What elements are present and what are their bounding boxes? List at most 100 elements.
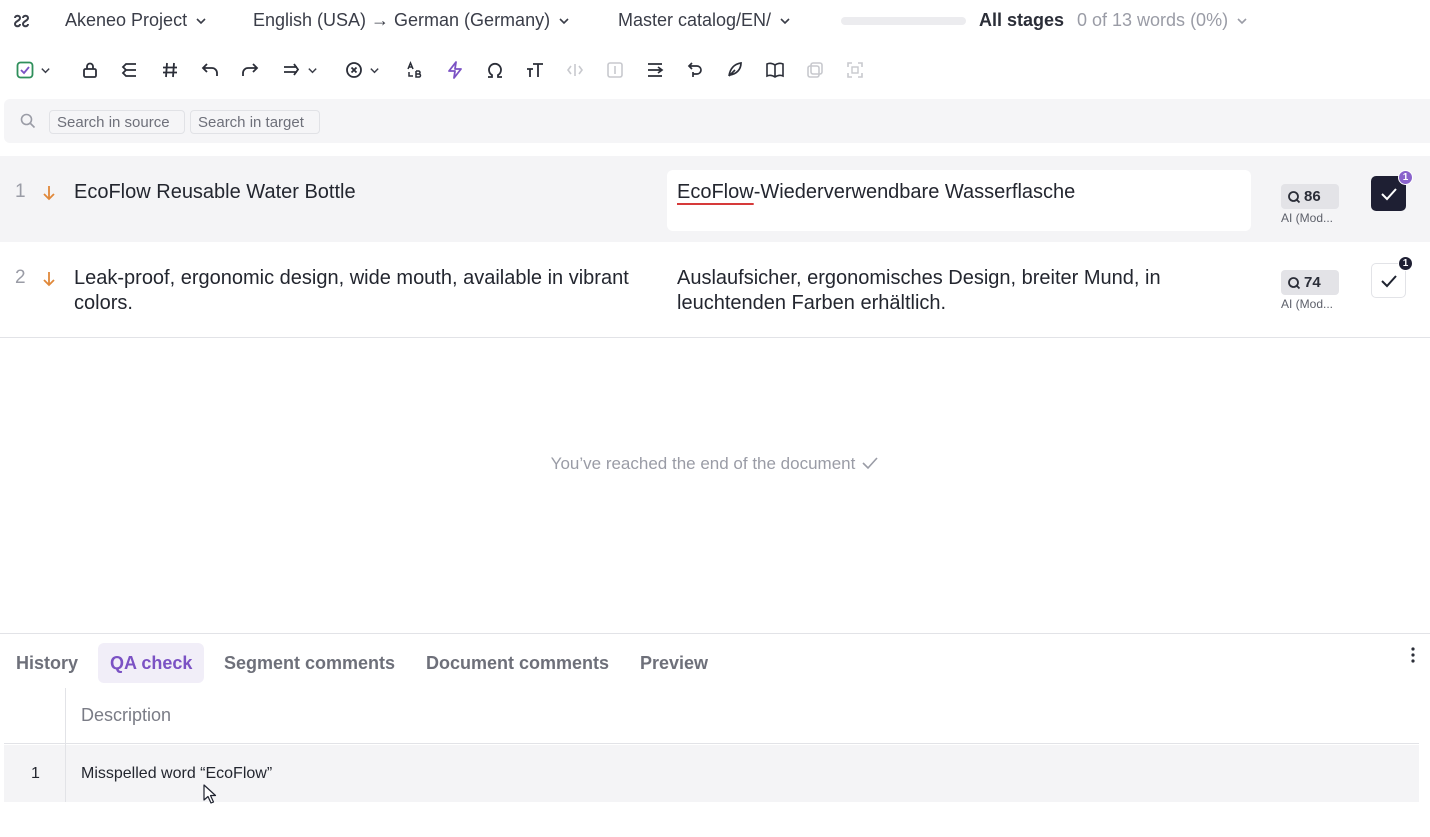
column-header-description: Description xyxy=(81,705,172,725)
feather-button[interactable] xyxy=(725,58,745,82)
quality-score: 74 xyxy=(1304,274,1321,291)
info-icon xyxy=(607,62,623,78)
word-progress-selector[interactable]: 0 of 13 words (0%) xyxy=(1077,10,1248,31)
arrow-down-icon xyxy=(43,272,55,287)
lightning-button[interactable] xyxy=(445,58,465,82)
catalog-name: Master catalog/EN/ xyxy=(618,10,772,30)
confirm-icon xyxy=(16,61,34,79)
qa-row-description: Misspelled word “EcoFlow” xyxy=(81,765,273,782)
segment-number: 2 xyxy=(15,267,26,288)
change-case-button[interactable] xyxy=(405,58,425,82)
tab-segment-comments[interactable]: Segment comments xyxy=(212,643,407,683)
app-logo-icon[interactable] xyxy=(12,12,32,32)
redo-icon xyxy=(242,63,259,76)
redo-button[interactable] xyxy=(240,58,260,82)
hash-button[interactable] xyxy=(160,58,180,82)
qa-table-header: Description xyxy=(4,688,1419,744)
confirm-menu-button[interactable] xyxy=(15,58,51,82)
undo-button[interactable] xyxy=(200,58,220,82)
split-button[interactable] xyxy=(120,58,140,82)
arrow-down-icon xyxy=(43,186,55,201)
hash-icon xyxy=(163,62,177,78)
revert-button[interactable] xyxy=(685,58,705,82)
search-icon xyxy=(20,113,36,129)
quality-icon xyxy=(1288,276,1301,289)
catalog-selector[interactable]: Master catalog/EN/ xyxy=(618,10,791,31)
tag-icon xyxy=(567,64,583,76)
project-selector[interactable]: Akeneo Project xyxy=(65,10,207,31)
qa-row-number: 1 xyxy=(31,765,40,782)
join-button[interactable] xyxy=(645,58,665,82)
language-pair: English (USA) → German (Germany) xyxy=(253,10,551,30)
editor-toolbar xyxy=(0,52,1430,88)
revert-icon xyxy=(687,62,702,77)
clear-icon xyxy=(346,62,362,78)
segment-row[interactable]: 2 Leak-proof, ergonomic design, wide mou… xyxy=(0,242,1430,338)
segment-target-text: -Wiederverwendbare Wasserflasche xyxy=(753,181,1076,203)
text-size-button[interactable] xyxy=(525,58,545,82)
text-size-icon xyxy=(527,63,543,77)
end-of-document-text: You’ve reached the end of the document xyxy=(550,454,856,473)
lock-icon xyxy=(83,62,97,78)
lock-button[interactable] xyxy=(80,58,100,82)
confirm-count-badge: 1 xyxy=(1398,256,1413,271)
copy-source-icon xyxy=(284,63,300,76)
tab-qa-check[interactable]: QA check xyxy=(98,643,205,683)
translation-origin: AI (Mod... xyxy=(1281,297,1334,311)
segment-target[interactable]: EcoFlow-Wiederverwendbare Wasserflasche xyxy=(677,180,1237,205)
checkmark-icon xyxy=(1380,187,1397,200)
clear-menu-button[interactable] xyxy=(344,58,380,82)
quality-score-badge[interactable]: 86 xyxy=(1281,184,1339,209)
language-selector[interactable]: English (USA) → German (Germany) xyxy=(253,10,570,31)
checkmark-icon xyxy=(862,457,878,470)
duplicate-icon xyxy=(807,62,823,78)
search-bar xyxy=(4,99,1430,143)
case-icon xyxy=(407,61,422,78)
tab-history[interactable]: History xyxy=(4,643,90,683)
segment-source: EcoFlow Reusable Water Bottle xyxy=(74,181,356,203)
end-of-document-message: You’ve reached the end of the document xyxy=(0,454,1430,474)
special-characters-button[interactable] xyxy=(485,58,505,82)
info-button[interactable] xyxy=(605,58,625,82)
omega-icon xyxy=(488,62,502,78)
chevron-down-icon xyxy=(41,67,50,73)
quality-icon xyxy=(1288,190,1301,203)
copy-source-menu-button[interactable] xyxy=(282,58,318,82)
split-icon xyxy=(121,63,136,77)
glossary-button[interactable] xyxy=(765,58,785,82)
misspelled-word[interactable]: EcoFlow xyxy=(677,181,754,203)
quality-score: 86 xyxy=(1304,188,1321,205)
tag-button[interactable] xyxy=(565,58,585,82)
word-progress: 0 of 13 words (0%) xyxy=(1077,10,1229,30)
feather-icon xyxy=(728,62,742,77)
search-source-input[interactable] xyxy=(49,110,185,134)
confirm-count-badge: 1 xyxy=(1398,170,1413,185)
mouse-cursor-icon xyxy=(203,784,217,804)
search-target-input[interactable] xyxy=(190,110,320,134)
undo-icon xyxy=(201,63,218,76)
expand-button[interactable] xyxy=(845,58,865,82)
expand-icon xyxy=(847,62,863,78)
join-icon xyxy=(648,63,664,77)
checkmark-icon xyxy=(1380,274,1397,287)
bottom-panel: History QA check Segment comments Docume… xyxy=(0,633,1430,837)
lightning-icon xyxy=(448,61,462,79)
segment-source: Leak-proof, ergonomic design, wide mouth… xyxy=(74,267,629,314)
segment-number: 1 xyxy=(15,181,26,202)
chevron-down-icon xyxy=(308,67,317,73)
tab-preview[interactable]: Preview xyxy=(628,643,720,683)
chevron-down-icon xyxy=(780,17,790,24)
project-name: Akeneo Project xyxy=(65,10,188,30)
translation-origin: AI (Mod... xyxy=(1281,211,1334,225)
segment-target[interactable]: Auslaufsicher, ergonomisches Design, bre… xyxy=(677,266,1237,316)
chevron-down-icon xyxy=(1237,17,1247,24)
column-divider xyxy=(65,688,66,802)
chevron-down-icon xyxy=(370,67,379,73)
tab-document-comments[interactable]: Document comments xyxy=(414,643,621,683)
progress-bar xyxy=(841,17,966,25)
quality-score-badge[interactable]: 74 xyxy=(1281,270,1339,295)
chevron-down-icon xyxy=(196,17,206,24)
duplicate-button[interactable] xyxy=(805,58,825,82)
segment-row[interactable]: 1 EcoFlow Reusable Water Bottle EcoFlow-… xyxy=(0,156,1430,242)
more-options-icon[interactable] xyxy=(1405,645,1421,665)
